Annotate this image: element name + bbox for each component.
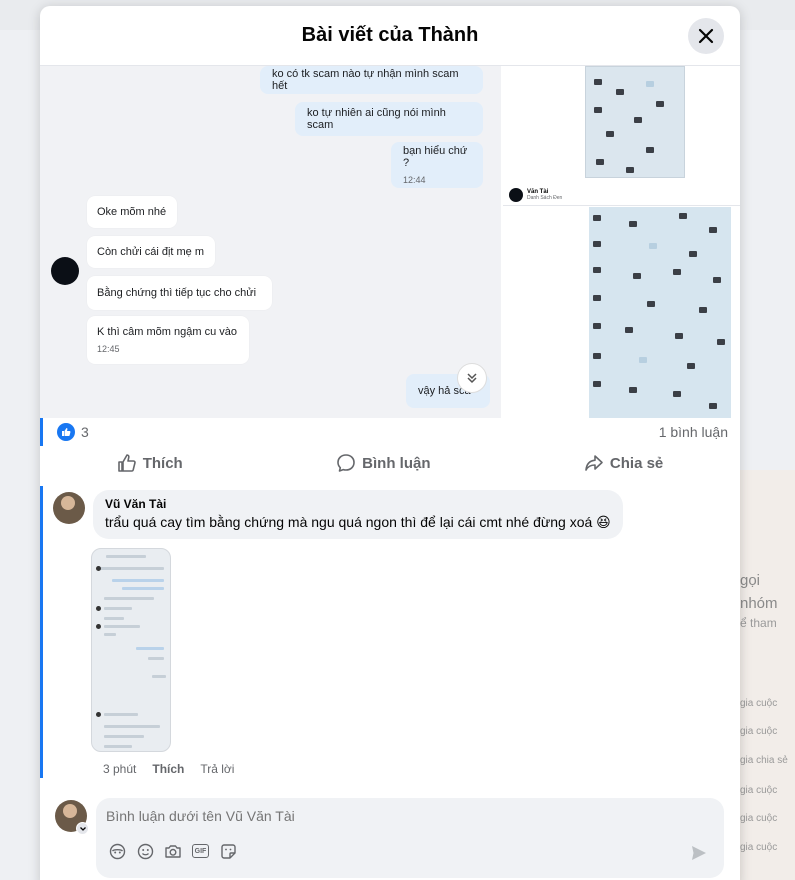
comment-button[interactable]: Bình luận <box>336 453 430 473</box>
chat-bubble-incoming: Bằng chứng thì tiếp tục cho chửi <box>87 276 272 310</box>
profile-switch-button[interactable] <box>76 822 89 835</box>
share-icon <box>585 455 603 471</box>
modal-header: Bài viết của Thành <box>40 6 740 66</box>
share-label: Chia sẻ <box>609 454 664 472</box>
background-text: ể tham <box>740 616 777 630</box>
thumbnail-avatar <box>509 187 523 202</box>
close-icon <box>698 28 714 44</box>
camera-icon[interactable] <box>164 842 182 860</box>
comment-reply-button[interactable]: Trả lời <box>200 762 234 776</box>
chat-bubble-incoming: Oke mõm nhé <box>87 196 177 228</box>
avatar-sticker-icon[interactable] <box>108 842 126 860</box>
comment-input[interactable] <box>106 808 706 824</box>
share-button[interactable]: Chia sẻ <box>584 453 663 473</box>
comment-composer: GIF <box>40 792 740 880</box>
background-text: gia chia sẻ <box>740 755 788 766</box>
double-chevron-down-icon <box>467 373 477 384</box>
thumbnail-body <box>503 207 740 418</box>
comment-like-button[interactable]: Thích <box>152 762 184 776</box>
gif-icon[interactable]: GIF <box>192 844 209 858</box>
chat-bubble-incoming: Còn chửi cái địt mẹ m <box>87 236 215 268</box>
like-summary[interactable]: 3 <box>57 423 89 441</box>
comment-time[interactable]: 3 phút <box>103 762 136 776</box>
like-count: 3 <box>81 424 89 440</box>
action-bar: Thích Bình luận Chia sẻ <box>40 446 740 480</box>
thumbnail-top <box>503 66 740 184</box>
chat-screenshot[interactable]: ko có tk scam nào tự nhận mình scam hết … <box>40 66 503 418</box>
chat-bubble-outgoing: ko tự nhiên ai cũng nói mình scam <box>295 102 483 136</box>
comment-label: Bình luận <box>362 454 431 472</box>
emoji-icon[interactable] <box>136 842 154 860</box>
close-button[interactable] <box>688 18 724 54</box>
composer-toolbar: GIF <box>108 842 237 860</box>
background-text: gia cuộc <box>740 842 778 853</box>
like-button[interactable]: Thích <box>117 453 183 473</box>
thumbs-up-icon <box>117 454 136 472</box>
like-label: Thích <box>142 454 183 472</box>
chat-bubble-incoming: K thì câm mõm ngậm cu vào 12:45 <box>87 316 249 364</box>
chat-bubble-outgoing: bạn hiểu chứ ? 12:44 <box>391 142 483 188</box>
post-images[interactable]: ko có tk scam nào tự nhận mình scam hết … <box>40 66 740 418</box>
reactions-row: 3 1 bình luận <box>40 418 740 446</box>
background-text: gia cuộc <box>740 698 778 709</box>
background-text: gia cuộc <box>740 813 778 824</box>
comments-section: Vũ Văn Tài trẩu quá cay tìm bằng chứng m… <box>40 486 740 778</box>
sticker-icon[interactable] <box>219 842 237 860</box>
thumbnail-grid <box>589 207 731 418</box>
comment-image[interactable] <box>91 548 171 752</box>
background-text: nhóm <box>740 595 778 612</box>
thumbnail-chat-header: Văn Tài Danh Sách Đen <box>503 184 740 206</box>
comment-count[interactable]: 1 bình luận <box>659 424 728 440</box>
like-reaction-icon <box>57 423 75 441</box>
background-text: gia cuộc <box>740 726 778 737</box>
comment-text: trẩu quá cay tìm bằng chứng mà ngu quá n… <box>105 514 611 530</box>
scroll-down-button <box>457 363 487 393</box>
commenter-avatar[interactable] <box>53 492 85 524</box>
thumbnail-subtitle: Danh Sách Đen <box>527 194 563 201</box>
post-modal: Bài viết của Thành ko có tk scam nào tự … <box>40 6 740 880</box>
collage-thumbnail[interactable]: Văn Tài Danh Sách Đen <box>503 66 740 418</box>
chat-bubble-outgoing: ko có tk scam nào tự nhận mình scam hết <box>260 66 483 94</box>
comment-icon <box>337 454 355 472</box>
modal-title: Bài viết của Thành <box>301 24 479 46</box>
comment-author[interactable]: Vũ Văn Tài <box>105 497 611 511</box>
background-text: gọi <box>740 572 761 589</box>
thumbnail-top-screen <box>585 66 685 178</box>
background-text: gia cuộc <box>740 785 778 796</box>
comment-meta: 3 phút Thích Trả lời <box>103 762 234 776</box>
send-icon[interactable] <box>690 844 708 862</box>
chevron-down-icon <box>79 826 86 831</box>
comment-input-box[interactable]: GIF <box>96 798 724 878</box>
chat-avatar <box>51 257 79 285</box>
comment-bubble: Vũ Văn Tài trẩu quá cay tìm bằng chứng m… <box>93 490 623 539</box>
